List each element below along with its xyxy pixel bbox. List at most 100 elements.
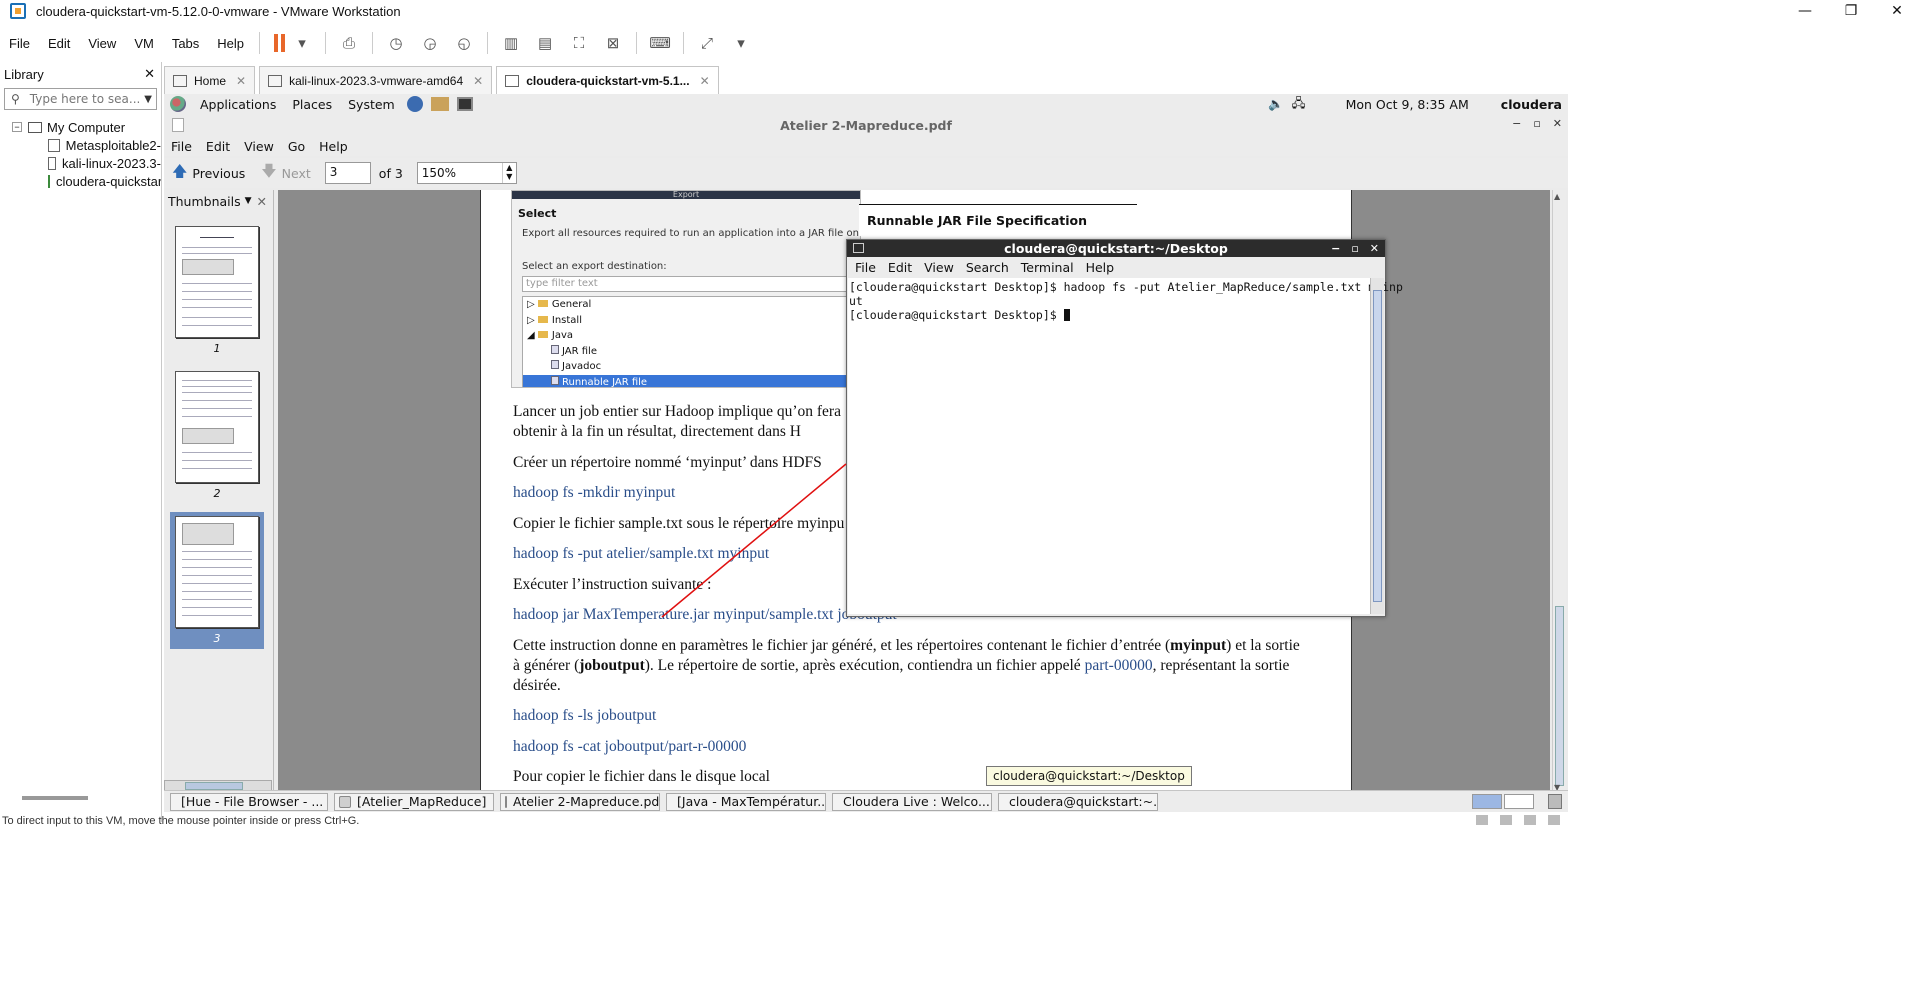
terminal-scrollbar[interactable] bbox=[1370, 278, 1384, 614]
guest-screen[interactable]: Applications Places System 🔈 🖧 Mon Oct 9… bbox=[164, 94, 1568, 812]
taskbar-item-eclipse[interactable]: [Java - MaxTempératur... bbox=[666, 792, 826, 811]
tab-kali-linux[interactable]: kali-linux-2023.3-vmware-amd64 ✕ bbox=[259, 66, 493, 94]
menu-system[interactable]: System bbox=[340, 97, 403, 112]
workspace-switcher[interactable] bbox=[1472, 794, 1534, 809]
library-close-icon[interactable]: ✕ bbox=[144, 66, 155, 82]
browser-launcher-icon[interactable] bbox=[406, 96, 423, 112]
taskbar-item-hue[interactable]: [Hue - File Browser - ... bbox=[170, 792, 328, 811]
volume-icon[interactable]: 🔈 bbox=[1268, 96, 1284, 112]
terminal-output[interactable]: [cloudera@quickstart Desktop]$ hadoop fs… bbox=[848, 278, 1403, 614]
tree-item-my-computer[interactable]: − My Computer bbox=[0, 118, 161, 136]
sidebar-mode-select[interactable]: Thumbnails bbox=[168, 194, 241, 209]
tree-item-vm[interactable]: cloudera-quickstart bbox=[0, 172, 161, 190]
zoom-select[interactable]: 150% ▲ ▼ bbox=[416, 162, 517, 184]
menu-file[interactable]: File bbox=[0, 36, 39, 51]
evince-menu-go[interactable]: Go bbox=[281, 139, 312, 154]
snapshot-icon[interactable]: ◷ bbox=[385, 32, 407, 54]
thumbnail-bar-icon[interactable]: ▤ bbox=[534, 32, 556, 54]
restore-button[interactable]: ❐ bbox=[1828, 0, 1874, 22]
scrollbar-thumb[interactable] bbox=[1555, 606, 1564, 786]
evince-menu-view[interactable]: View bbox=[237, 139, 281, 154]
terminal-maximize-button[interactable]: ▫ bbox=[1351, 240, 1358, 257]
stretch-dropdown-icon[interactable]: ▾ bbox=[730, 32, 752, 54]
taskbar-item-cloudera-live[interactable]: Cloudera Live : Welco... bbox=[832, 792, 992, 811]
close-button[interactable]: ✕ bbox=[1874, 0, 1920, 22]
terminal-close-button[interactable]: ✕ bbox=[1370, 240, 1379, 257]
hard-disk-icon[interactable] bbox=[1476, 815, 1488, 825]
terminal-menu-terminal[interactable]: Terminal bbox=[1015, 260, 1080, 275]
vm-tab-strip: Home ✕ kali-linux-2023.3-vmware-amd64 ✕ … bbox=[164, 66, 1568, 94]
search-dropdown-icon[interactable]: ▼ bbox=[144, 94, 152, 105]
evince-menu-edit[interactable]: Edit bbox=[199, 139, 237, 154]
vm-icon bbox=[268, 74, 283, 87]
chevron-down-icon[interactable]: ▼ bbox=[245, 196, 252, 206]
network-icon[interactable]: 🖧 bbox=[1292, 94, 1306, 115]
snapshot-manager-icon[interactable]: ◵ bbox=[453, 32, 475, 54]
close-tab-icon[interactable]: ✕ bbox=[700, 74, 710, 88]
workspace-1[interactable] bbox=[1472, 794, 1502, 809]
terminal-menu-help[interactable]: Help bbox=[1080, 260, 1121, 275]
terminal-menu-view[interactable]: View bbox=[918, 260, 960, 275]
menu-tabs[interactable]: Tabs bbox=[163, 36, 208, 51]
terminal-minimize-button[interactable]: − bbox=[1331, 240, 1340, 257]
menu-applications[interactable]: Applications bbox=[192, 97, 284, 112]
menu-edit[interactable]: Edit bbox=[39, 36, 79, 51]
menu-vm[interactable]: VM bbox=[125, 36, 163, 51]
clock[interactable]: Mon Oct 9, 8:35 AM bbox=[1346, 97, 1469, 112]
close-sidebar-icon[interactable]: ✕ bbox=[257, 194, 267, 209]
stretch-guest-icon[interactable]: ⤢ bbox=[696, 32, 718, 54]
collapse-icon[interactable]: − bbox=[12, 122, 22, 132]
evince-maximize-button[interactable]: ▫ bbox=[1533, 117, 1540, 130]
page-thumbnail-selected[interactable]: 3 bbox=[170, 512, 264, 649]
terminal-menu-file[interactable]: File bbox=[849, 260, 882, 275]
terminal-launcher-icon[interactable] bbox=[456, 97, 473, 111]
library-horizontal-scrollbar[interactable] bbox=[22, 796, 88, 800]
evince-menu-help[interactable]: Help bbox=[312, 139, 355, 154]
terminal-titlebar[interactable]: cloudera@quickstart:~/Desktop − ▫ ✕ bbox=[847, 240, 1385, 257]
send-ctrl-alt-del-icon[interactable]: ⎙ bbox=[338, 32, 360, 54]
menu-help[interactable]: Help bbox=[208, 36, 253, 51]
terminal-menu-edit[interactable]: Edit bbox=[882, 260, 918, 275]
library-search-input[interactable]: ⚲ Type here to sea... ▼ bbox=[4, 88, 157, 110]
mail-launcher-icon[interactable] bbox=[430, 97, 449, 111]
unity-icon[interactable]: ⊠ bbox=[602, 32, 624, 54]
tab-cloudera-quickstart[interactable]: cloudera-quickstart-vm-5.1... ✕ bbox=[496, 66, 719, 94]
scroll-up-icon[interactable]: ▲ bbox=[1554, 192, 1560, 201]
zoom-spinner-icon[interactable]: ▲ ▼ bbox=[501, 163, 516, 183]
page-thumbnail[interactable]: 1 bbox=[174, 226, 260, 355]
terminal-window[interactable]: cloudera@quickstart:~/Desktop − ▫ ✕ File… bbox=[846, 239, 1403, 617]
usb-icon[interactable] bbox=[1548, 815, 1560, 825]
menu-view[interactable]: View bbox=[79, 36, 125, 51]
close-tab-icon[interactable]: ✕ bbox=[236, 74, 246, 88]
terminal-menu-search[interactable]: Search bbox=[960, 260, 1015, 275]
document-vertical-scrollbar[interactable]: ▲ ▼ bbox=[1552, 190, 1566, 794]
full-screen-icon[interactable]: ⛶ bbox=[568, 32, 590, 54]
taskbar-item-pdf[interactable]: Atelier 2-Mapreduce.pdf bbox=[500, 792, 660, 811]
taskbar-item-terminal[interactable]: cloudera@quickstart:~... bbox=[998, 792, 1158, 811]
minimize-button[interactable]: — bbox=[1782, 0, 1828, 22]
next-page-button[interactable]: 🡇 Next bbox=[253, 161, 319, 186]
evince-menu-file[interactable]: File bbox=[164, 139, 199, 154]
menu-places[interactable]: Places bbox=[284, 97, 340, 112]
workspace-2[interactable] bbox=[1504, 794, 1534, 809]
previous-page-button[interactable]: 🡅 Previous bbox=[164, 161, 253, 186]
page-number-input[interactable]: 3 bbox=[324, 162, 371, 184]
page-thumbnail[interactable]: 2 bbox=[174, 371, 260, 500]
trash-icon[interactable] bbox=[1548, 794, 1562, 809]
tab-home[interactable]: Home ✕ bbox=[164, 66, 256, 94]
tree-item-vm[interactable]: kali-linux-2023.3- bbox=[0, 154, 161, 172]
pdf-paragraph: Exécuter l’instruction suivante : bbox=[513, 576, 712, 593]
network-adapter-icon[interactable] bbox=[1524, 815, 1536, 825]
close-tab-icon[interactable]: ✕ bbox=[473, 74, 483, 88]
console-view-icon[interactable]: ⌨ bbox=[649, 32, 671, 54]
revert-snapshot-icon[interactable]: ◶ bbox=[419, 32, 441, 54]
evince-close-button[interactable]: ✕ bbox=[1553, 117, 1562, 130]
show-library-icon[interactable]: ▥ bbox=[500, 32, 522, 54]
user-menu[interactable]: cloudera bbox=[1501, 97, 1562, 112]
power-dropdown-icon[interactable]: ▾ bbox=[291, 32, 313, 54]
cd-rom-icon[interactable] bbox=[1500, 815, 1512, 825]
evince-minimize-button[interactable]: − bbox=[1512, 117, 1521, 130]
tree-item-vm[interactable]: Metasploitable2- bbox=[0, 136, 161, 154]
taskbar-item-atelier-folder[interactable]: [Atelier_MapReduce] bbox=[334, 792, 494, 811]
pause-icon[interactable] bbox=[274, 34, 286, 52]
